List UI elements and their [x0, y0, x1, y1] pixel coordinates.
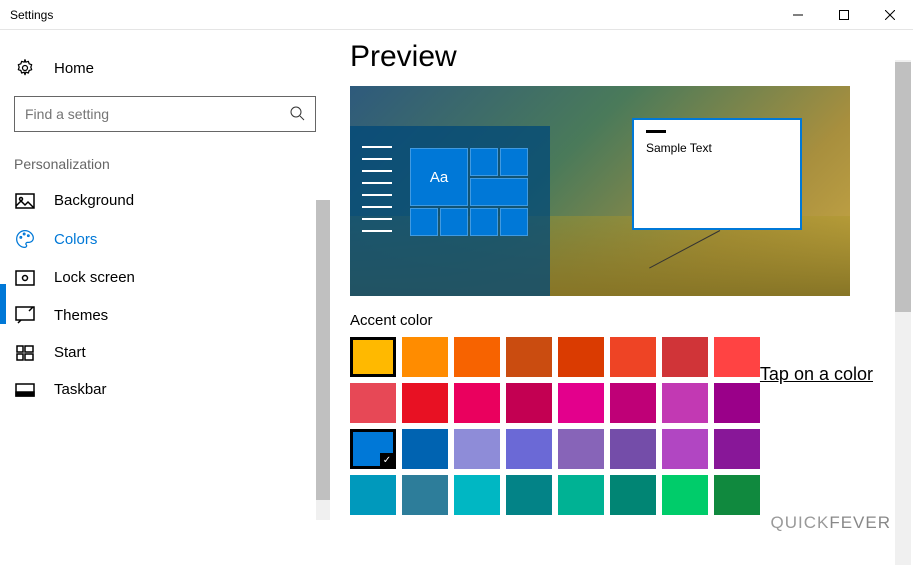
swatch-row — [350, 475, 893, 515]
preview-sample-text: Sample Text — [646, 141, 712, 155]
sidebar-scrollbar[interactable] — [316, 200, 330, 520]
preview-mock: Aa Sample Text — [350, 86, 850, 296]
color-swatch[interactable] — [402, 475, 448, 515]
color-swatch[interactable]: ✓ — [350, 429, 396, 469]
sidebar-item-start[interactable]: Start — [0, 334, 330, 371]
sidebar-item-background[interactable]: Background — [0, 182, 330, 219]
color-swatch[interactable] — [662, 429, 708, 469]
color-swatch[interactable] — [454, 429, 500, 469]
page-heading: Preview — [350, 40, 893, 74]
tap-on-color-label: Tap on a color — [760, 364, 873, 385]
sidebar-scrollbar-thumb[interactable] — [316, 200, 330, 500]
color-swatch[interactable] — [610, 383, 656, 423]
color-swatch[interactable] — [662, 475, 708, 515]
color-swatch[interactable] — [714, 475, 760, 515]
sidebar-item-themes[interactable]: Themes — [0, 296, 330, 334]
preview-tile — [470, 178, 528, 206]
preview-tile-aa: Aa — [410, 148, 468, 206]
preview-sample-window: Sample Text — [632, 118, 802, 230]
preview-tile — [470, 148, 498, 176]
taskbar-icon — [14, 383, 36, 397]
color-swatch[interactable] — [714, 337, 760, 377]
swatch-row: ✓ — [350, 429, 893, 469]
color-swatch[interactable] — [402, 383, 448, 423]
sidebar-item-label: Themes — [54, 307, 108, 324]
content-pane: Preview Aa Sample Text A — [330, 30, 913, 535]
picture-icon — [14, 193, 36, 209]
preview-tile — [500, 148, 528, 176]
color-swatch[interactable] — [662, 337, 708, 377]
color-swatch[interactable] — [558, 337, 604, 377]
preview-tile — [440, 208, 468, 236]
color-swatch[interactable] — [558, 429, 604, 469]
color-swatch[interactable] — [714, 383, 760, 423]
accent-color-label: Accent color — [350, 312, 893, 329]
home-button[interactable]: Home — [0, 48, 330, 88]
color-swatch[interactable] — [662, 383, 708, 423]
color-swatch[interactable] — [714, 429, 760, 469]
color-swatch[interactable] — [506, 383, 552, 423]
sidebar-item-label: Background — [54, 192, 134, 209]
sidebar: Home Personalization Background — [0, 30, 330, 535]
sidebar-item-label: Taskbar — [54, 381, 107, 398]
color-swatch[interactable] — [350, 383, 396, 423]
window-title: Settings — [10, 8, 775, 22]
palette-icon — [14, 229, 36, 249]
preview-tile — [470, 208, 498, 236]
search-input[interactable] — [25, 106, 289, 122]
sidebar-item-colors[interactable]: Colors — [0, 219, 330, 259]
color-swatch[interactable] — [350, 337, 396, 377]
color-swatch[interactable] — [454, 383, 500, 423]
start-grid-icon — [14, 345, 36, 361]
preview-window-accent — [646, 130, 666, 133]
color-swatch[interactable] — [350, 475, 396, 515]
preview-tile — [500, 208, 528, 236]
sidebar-item-label: Start — [54, 344, 86, 361]
window-controls — [775, 0, 913, 30]
color-swatch[interactable] — [454, 337, 500, 377]
brush-icon — [14, 306, 36, 324]
color-swatch[interactable] — [610, 337, 656, 377]
home-label: Home — [54, 60, 94, 77]
color-swatch[interactable] — [506, 475, 552, 515]
search-icon — [289, 105, 305, 124]
gear-icon — [14, 58, 36, 78]
preview-tile — [410, 208, 438, 236]
color-swatch[interactable] — [506, 337, 552, 377]
color-swatch[interactable] — [558, 475, 604, 515]
watermark: QUICKFEVER — [770, 513, 891, 533]
main-scrollbar[interactable] — [895, 60, 911, 565]
close-button[interactable] — [867, 0, 913, 30]
color-swatch[interactable] — [402, 337, 448, 377]
search-box[interactable] — [14, 96, 316, 132]
section-header: Personalization — [0, 150, 330, 182]
lock-frame-icon — [14, 270, 36, 286]
swatch-row — [350, 383, 893, 423]
color-swatch[interactable] — [558, 383, 604, 423]
sidebar-item-lockscreen[interactable]: Lock screen — [0, 259, 330, 296]
sidebar-item-label: Lock screen — [54, 269, 135, 286]
color-swatch[interactable] — [610, 429, 656, 469]
sidebar-item-label: Colors — [54, 231, 97, 248]
color-swatch[interactable] — [454, 475, 500, 515]
main-scrollbar-thumb[interactable] — [895, 62, 911, 312]
minimize-button[interactable] — [775, 0, 821, 30]
preview-menu-lines — [362, 146, 392, 242]
sidebar-item-taskbar[interactable]: Taskbar — [0, 371, 330, 408]
color-swatch[interactable] — [402, 429, 448, 469]
color-swatch[interactable] — [610, 475, 656, 515]
color-swatch[interactable] — [506, 429, 552, 469]
maximize-button[interactable] — [821, 0, 867, 30]
check-icon: ✓ — [380, 453, 394, 467]
titlebar: Settings — [0, 0, 913, 30]
preview-tiles: Aa — [410, 148, 540, 243]
active-indicator — [0, 284, 6, 324]
